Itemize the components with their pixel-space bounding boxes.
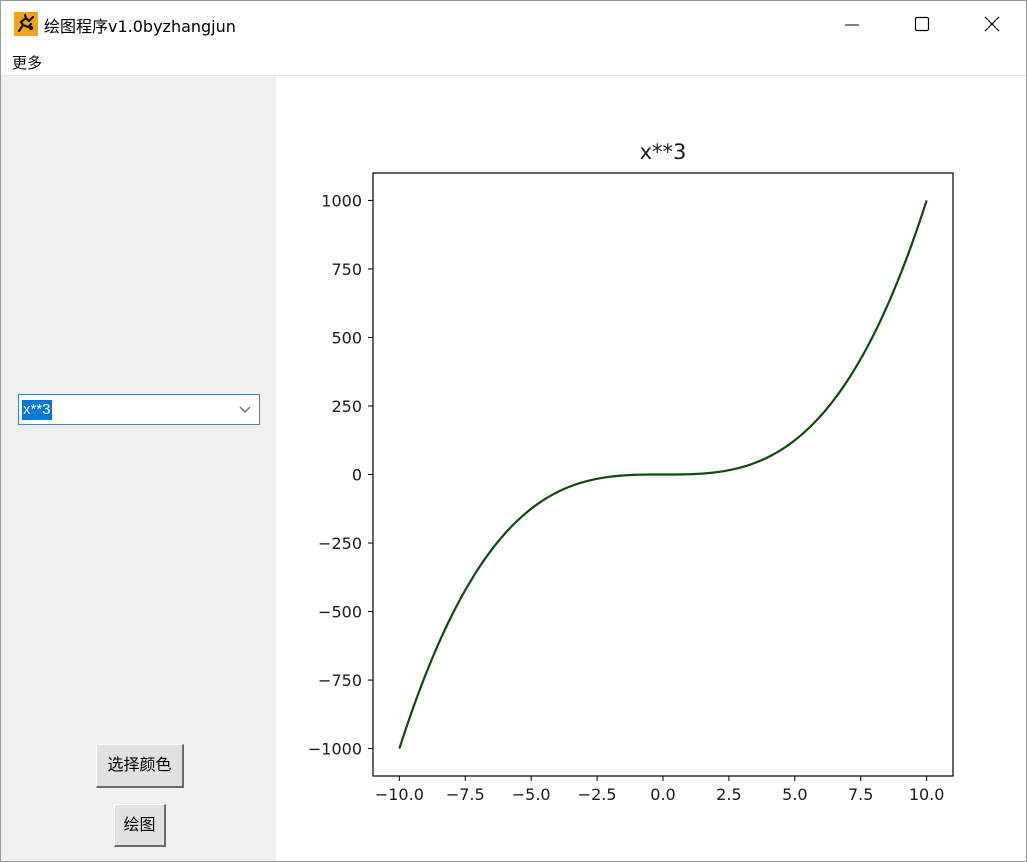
x-tick-label: −10.0 (375, 785, 424, 804)
x-tick-label: −2.5 (578, 785, 617, 804)
function-select[interactable]: x**3 (18, 394, 260, 425)
y-tick-label: −1000 (308, 740, 362, 759)
y-tick-label: −750 (318, 671, 362, 690)
chart-title: x**3 (640, 140, 687, 164)
chevron-down-icon[interactable] (239, 406, 251, 414)
y-tick-label: −500 (318, 603, 362, 622)
x-tick-label: −7.5 (446, 785, 485, 804)
plot-canvas: x**3 −10.0 −7.5 −5.0 −2.5 0.0 2.5 5.0 7.5 10.0 100… (276, 76, 1026, 861)
x-tick-label: 7.5 (848, 785, 873, 804)
x-tick-label: 0.0 (650, 785, 675, 804)
control-panel: x**3 选择颜色 绘图 (1, 76, 276, 861)
title-bar[interactable]: 绘图程序v1.0byzhangjun (1, 1, 1026, 47)
choose-color-button[interactable]: 选择颜色 (96, 744, 184, 788)
app-window: 绘图程序v1.0byzhangjun 更多 x**3 选择颜色 绘图 x**3 … (0, 0, 1027, 862)
app-icon (14, 12, 38, 36)
x-tick-label: 5.0 (782, 785, 807, 804)
y-tick-label: 250 (331, 397, 362, 416)
y-tick-label: 1000 (321, 191, 362, 210)
draw-button[interactable]: 绘图 (114, 804, 166, 847)
maximize-icon (914, 16, 930, 32)
function-select-value: x**3 (22, 400, 52, 420)
series-line (398, 200, 928, 749)
close-button[interactable] (957, 1, 1026, 47)
close-icon (984, 16, 1000, 32)
window-title: 绘图程序v1.0byzhangjun (44, 17, 236, 36)
x-tick-label: −5.0 (512, 785, 551, 804)
x-tick-label: 10.0 (909, 785, 945, 804)
maximize-button[interactable] (887, 1, 957, 47)
chart: x**3 −10.0 −7.5 −5.0 −2.5 0.0 2.5 5.0 7.5 10.0 100… (308, 140, 954, 804)
y-tick-label: 750 (331, 260, 362, 279)
menu-item-more[interactable]: 更多 (12, 52, 42, 73)
y-tick-label: 500 (331, 328, 362, 347)
y-tick-label: 0 (352, 466, 362, 485)
minimize-icon (845, 24, 859, 26)
y-tick-label: −250 (318, 534, 362, 553)
minimize-button[interactable] (817, 1, 887, 47)
x-tick-label: 2.5 (716, 785, 741, 804)
menu-bar: 更多 (1, 47, 1026, 76)
